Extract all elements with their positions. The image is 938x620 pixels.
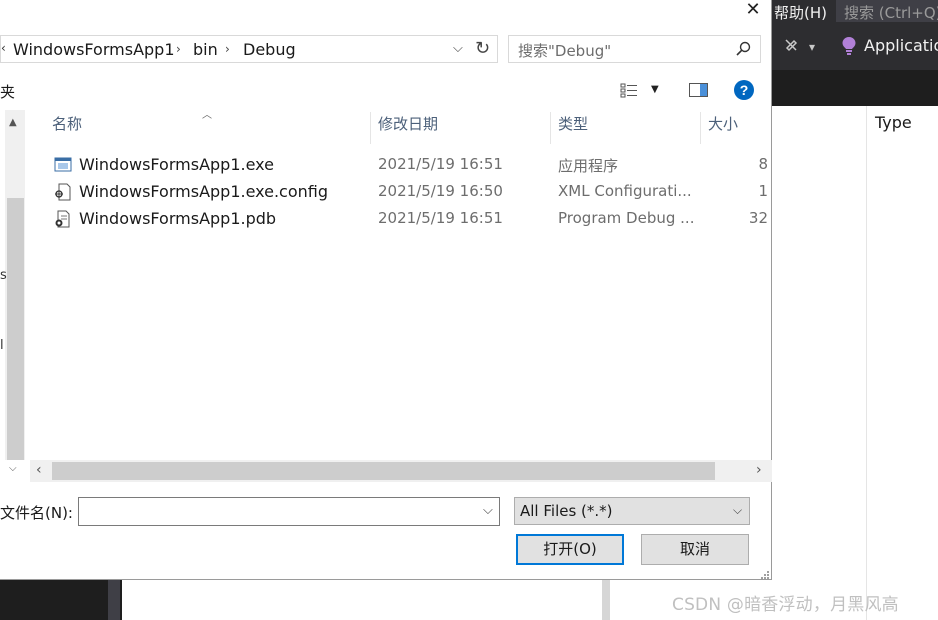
ide-bottom-editor [122,580,606,620]
column-header-type[interactable]: 类型 [558,113,588,143]
ide-menu-help[interactable]: 帮助(H) [774,2,827,23]
column-divider[interactable] [370,112,371,144]
ide-bottom-splitter [602,580,610,620]
nav-scrollbar-thumb[interactable] [7,198,24,460]
file-type: XML Configurati... [558,182,692,200]
chevron-right-icon[interactable]: › [176,42,181,56]
chevron-right-icon[interactable]: › [225,42,230,56]
file-size: 8 [758,155,768,173]
open-file-dialog: ✕ ‹ WindowsFormsApp1 › bin › Debug ⌵ ↻ 搜… [0,0,772,580]
column-divider[interactable] [700,112,701,144]
breadcrumb-item[interactable]: WindowsFormsApp1 [13,40,175,59]
breadcrumb-item[interactable]: bin [193,40,218,59]
chevron-down-icon[interactable]: ⌵ [733,503,742,518]
file-row[interactable]: WindowsFormsApp1.exe.config 2021/5/19 16… [50,179,772,205]
file-name: WindowsFormsApp1.exe [79,155,274,174]
cancel-button[interactable]: 取消 [641,534,749,565]
lightbulb-icon[interactable] [840,36,858,56]
exe-icon [54,156,72,174]
chevron-up-icon[interactable]: ▲ [9,117,17,128]
new-folder-fragment[interactable]: 夹 [0,81,15,102]
file-date: 2021/5/19 16:50 [378,182,503,200]
resize-grip-icon[interactable] [758,566,770,579]
file-date: 2021/5/19 16:51 [378,155,503,173]
ide-search-box[interactable]: 搜索 (Ctrl+Q) [836,0,938,22]
ide-properties-panel [772,106,938,620]
nav-item-fragment[interactable]: l [0,338,4,353]
file-type: 应用程序 [558,157,619,175]
ide-bottom-left [0,580,122,620]
chevron-down-icon[interactable]: ⌵ [483,503,493,518]
search-input[interactable]: 搜索"Debug" [508,35,761,63]
chevron-down-icon[interactable]: ⌵ [453,41,463,56]
preview-pane-icon[interactable] [689,82,708,98]
refresh-icon[interactable]: ↻ [475,38,490,59]
chevron-down-icon[interactable]: ⌵ [9,463,17,474]
config-file-icon [54,183,72,201]
close-button[interactable]: ✕ [738,0,768,22]
ide-panel-divider [866,106,867,620]
ide-toolbar-label: Applicatio [864,36,938,55]
help-icon[interactable]: ? [734,80,754,100]
chevron-left-icon[interactable]: ‹ [1,41,6,55]
filter-selected-value: All Files (*.*) [520,502,613,520]
file-size: 32 [748,209,768,227]
search-placeholder: 搜索"Debug" [518,42,612,60]
column-header-size[interactable]: 大小 [708,113,738,143]
file-name: WindowsFormsApp1.exe.config [79,182,329,201]
column-divider[interactable] [550,112,551,144]
ide-type-column-header: Type [875,113,912,132]
search-icon[interactable] [735,41,751,57]
filename-input[interactable] [79,498,469,525]
chevron-left-icon[interactable]: ‹ [36,462,42,478]
ide-tab-strip [772,70,938,106]
pdb-file-icon [54,210,72,228]
file-type-filter[interactable]: All Files (*.*) ⌵ [514,497,750,525]
open-button[interactable]: 打开(O) [516,534,624,565]
column-header-name[interactable]: 名称 [52,113,82,143]
breadcrumb-item[interactable]: Debug [243,40,296,59]
file-row[interactable]: WindowsFormsApp1.exe 2021/5/19 16:51 应用程… [50,152,772,178]
hscrollbar-thumb[interactable] [52,462,715,480]
file-list-hscrollbar[interactable]: ‹ › [30,460,772,482]
address-bar[interactable]: ‹ WindowsFormsApp1 › bin › Debug ⌵ ↻ [0,35,498,63]
file-name: WindowsFormsApp1.pdb [79,209,277,228]
nav-item-fragment[interactable]: s [0,268,7,283]
filename-label: 文件名(N): [0,504,73,522]
view-dropdown-icon[interactable]: ▼ [651,84,659,95]
pin-icon[interactable] [784,38,798,52]
file-size: 1 [758,182,768,200]
file-type: Program Debug ... [558,209,695,227]
file-date: 2021/5/19 16:51 [378,209,503,227]
filename-combobox[interactable]: ⌵ [78,497,500,526]
toolbar-dropdown-icon[interactable]: ▾ [809,40,815,54]
chevron-right-icon[interactable]: › [756,462,762,478]
watermark: CSDN @暗香浮动，月黑风高 [672,595,899,615]
view-list-icon[interactable] [620,82,638,98]
sort-ascending-icon: ︿ [202,110,212,121]
column-header-date[interactable]: 修改日期 [378,113,438,143]
file-row[interactable]: WindowsFormsApp1.pdb 2021/5/19 16:51 Pro… [50,206,772,232]
ide-bottom-scrollbar [108,580,120,620]
